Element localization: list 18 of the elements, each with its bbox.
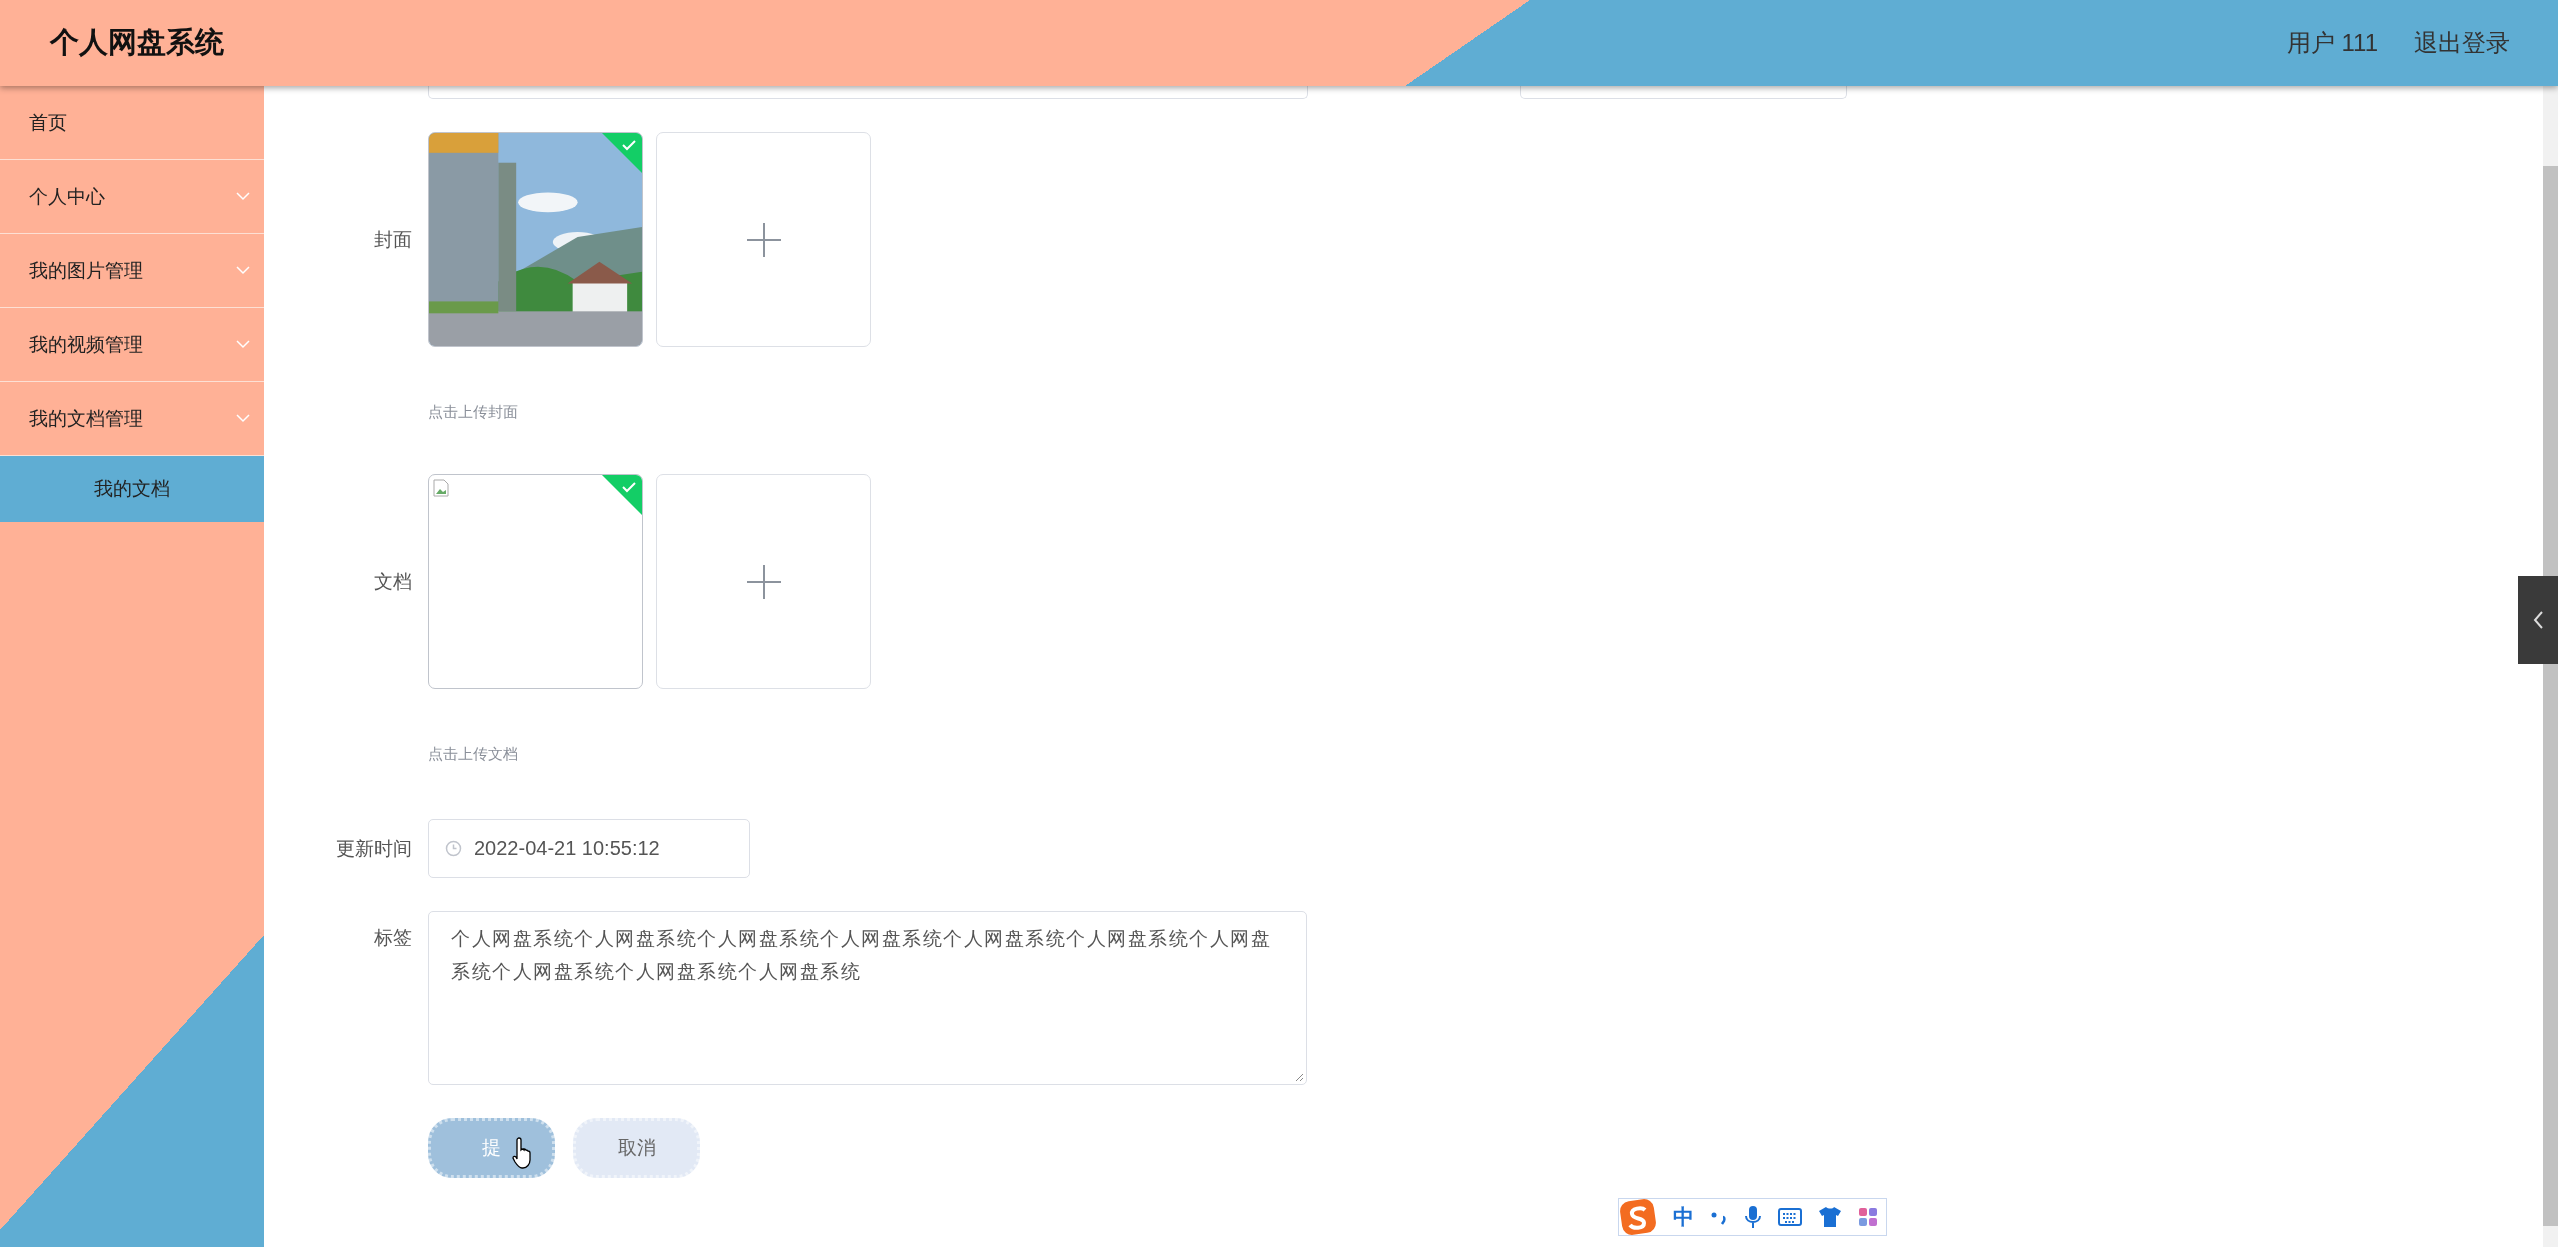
app-title: 个人网盘系统 xyxy=(50,25,224,60)
field-label: 封面 xyxy=(373,227,412,252)
text-area[interactable]: 个人网盘系统个人网盘系统个人网盘系统个人网盘系统个人网盘系统个人网盘系统个人网盘系统个人网盘系统个人网盘系统个人网盘系统 xyxy=(428,911,1307,1085)
submenu-item[interactable]: 我的文档 xyxy=(0,456,264,522)
form-button[interactable]: 取消 xyxy=(573,1118,700,1178)
menu-item[interactable]: 我的视频管理 xyxy=(0,308,264,382)
upload-hint: 点击上传封面 xyxy=(428,403,519,422)
menu-item[interactable]: 首页 xyxy=(0,86,264,160)
field-label: 文档 xyxy=(373,569,412,594)
date-time-field[interactable]: 2022-04-21 10:55:12 xyxy=(428,819,750,878)
logout-link[interactable]: 退出登录 xyxy=(2414,27,2510,59)
upload-hint: 点击上传文档 xyxy=(428,745,519,764)
menu-item[interactable]: 个人中心 xyxy=(0,160,264,234)
input-mode[interactable]: 中 xyxy=(1673,1203,1694,1231)
user-name: 用户 111 xyxy=(2286,28,2378,58)
field-label: 更新时间 xyxy=(335,836,412,861)
field-label: 标签 xyxy=(373,926,412,950)
menu-item[interactable]: 我的图片管理 xyxy=(0,234,264,308)
